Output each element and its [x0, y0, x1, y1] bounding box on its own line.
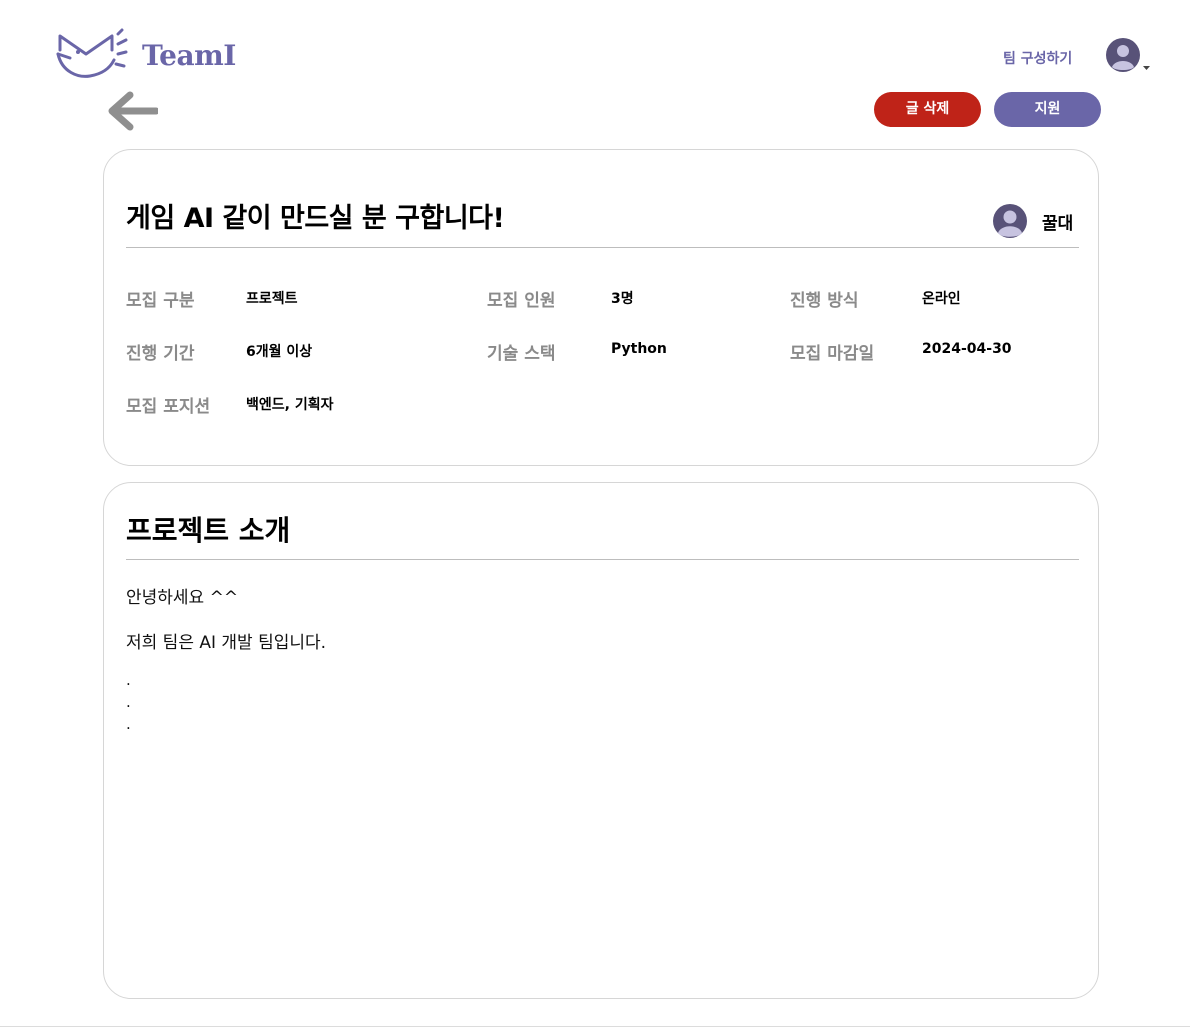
info-value-progress-mode: 온라인	[922, 291, 961, 307]
logo-text: TeamI	[142, 39, 236, 72]
author-name: 꿀대	[1042, 213, 1074, 234]
profile-menu[interactable]	[1106, 38, 1150, 74]
info-value-duration: 6개월 이상	[246, 344, 313, 360]
info-label-progress-mode: 진행 방식	[790, 291, 859, 311]
back-button[interactable]	[106, 90, 160, 136]
author[interactable]: 꿀대	[992, 203, 1073, 239]
info-value-recruit-count: 3명	[611, 291, 634, 307]
info-label-recruit-count: 모집 인원	[487, 291, 556, 311]
project-intro-card: 프로젝트 소개 안녕하세요 ^^ 저희 팀은 AI 개발 팀입니다. . . .	[103, 482, 1099, 999]
section-divider	[126, 559, 1079, 560]
apply-button[interactable]: 지원	[994, 92, 1101, 127]
intro-dot: .	[126, 715, 131, 733]
info-label-duration: 진행 기간	[126, 344, 195, 364]
info-label-tech-stack: 기술 스택	[487, 344, 556, 364]
post-detail-page: TeamI 팀 구성하기 글 삭제 지원 게임 AI 같이 만드실 분 구합니다…	[0, 0, 1190, 1028]
user-avatar-icon	[1106, 38, 1140, 72]
nav-team-build-link[interactable]: 팀 구성하기	[1003, 48, 1072, 68]
intro-line: 안녕하세요 ^^	[126, 588, 239, 608]
info-value-tech-stack: Python	[611, 341, 667, 357]
arrow-left-icon	[108, 91, 160, 131]
info-value-positions: 백엔드, 기획자	[246, 397, 334, 413]
info-label-positions: 모집 포지션	[126, 397, 211, 417]
footer-divider	[0, 1026, 1190, 1027]
post-info-card: 게임 AI 같이 만드실 분 구합니다! 꿀대 모집 구분 프로젝트 모집 인원…	[103, 149, 1099, 466]
info-value-deadline: 2024-04-30	[922, 341, 1012, 357]
section-title: 프로젝트 소개	[126, 514, 291, 547]
intro-line: 저희 팀은 AI 개발 팀입니다.	[126, 633, 327, 653]
delete-post-button[interactable]: 글 삭제	[874, 92, 981, 127]
logo[interactable]: TeamI	[56, 28, 236, 80]
info-label-deadline: 모집 마감일	[790, 344, 875, 364]
post-title: 게임 AI 같이 만드실 분 구합니다!	[126, 203, 505, 234]
info-label-recruit-type: 모집 구분	[126, 291, 195, 311]
title-divider	[126, 247, 1079, 248]
info-value-recruit-type: 프로젝트	[246, 291, 298, 307]
author-avatar-icon	[993, 204, 1027, 238]
intro-dot: .	[126, 671, 131, 689]
caret-down-icon	[1143, 66, 1150, 70]
cat-mail-logo-icon	[56, 28, 128, 78]
intro-dot: .	[126, 693, 131, 711]
